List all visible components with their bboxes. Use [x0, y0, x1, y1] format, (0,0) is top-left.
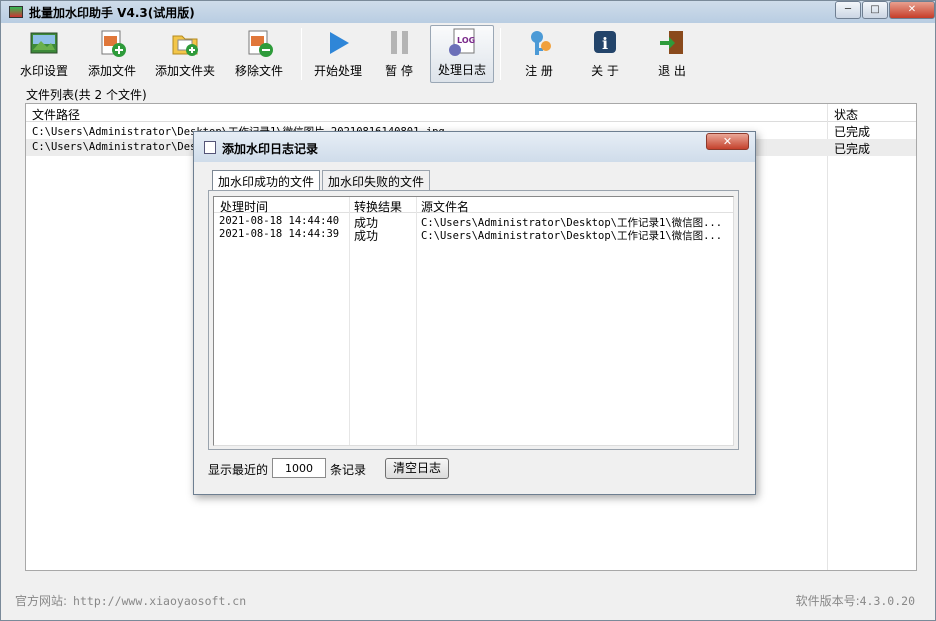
file-status: 已完成 — [834, 125, 871, 139]
toolbar-separator — [500, 28, 501, 80]
add-folder-icon — [170, 28, 200, 58]
column-header-result[interactable]: 转换结果 — [354, 198, 402, 215]
log-table[interactable]: 处理时间 转换结果 源文件名 2021-08-18 14:44:40 成功 C:… — [213, 196, 734, 446]
add-folder-button[interactable]: 添加文件夹 — [147, 25, 223, 83]
svg-text:i: i — [602, 34, 608, 53]
log-icon: LOG — [447, 27, 477, 57]
tab-panel: 处理时间 转换结果 源文件名 2021-08-18 14:44:40 成功 C:… — [208, 190, 739, 450]
play-icon — [323, 28, 353, 58]
document-icon — [204, 141, 216, 154]
column-header-path[interactable]: 文件路径 — [32, 106, 80, 123]
add-file-button[interactable]: 添加文件 — [77, 25, 147, 83]
version-number: 4.3.0.20 — [859, 594, 915, 608]
record-count-input[interactable] — [272, 458, 326, 478]
log-button[interactable]: LOG 处理日志 — [430, 25, 494, 83]
toolbar: 水印设置 添加文件 添加文件夹 移除文件 开始处理 暂 停 LOG 处理日志 注… — [11, 25, 705, 85]
log-time: 2021-08-18 14:44:40 — [219, 215, 340, 227]
register-button[interactable]: 注 册 — [507, 25, 571, 83]
info-icon: i — [590, 28, 620, 58]
dialog-body: 加水印成功的文件 加水印失败的文件 处理时间 转换结果 源文件名 2021-08… — [200, 162, 749, 488]
dialog-title-bar[interactable]: 添加水印日志记录 ✕ — [194, 132, 755, 162]
log-dialog: 添加水印日志记录 ✕ 加水印成功的文件 加水印失败的文件 处理时间 转换结果 源… — [193, 131, 756, 495]
minimize-button[interactable]: ─ — [835, 1, 861, 19]
remove-file-button[interactable]: 移除文件 — [223, 25, 295, 83]
log-time: 2021-08-18 14:44:39 — [219, 228, 340, 240]
version-label: 软件版本号: — [795, 594, 860, 608]
toolbar-label: 暂 停 — [385, 64, 413, 78]
toolbar-label: 添加文件夹 — [154, 64, 215, 78]
toolbar-separator — [301, 28, 302, 80]
pause-button[interactable]: 暂 停 — [368, 25, 430, 83]
maximize-button[interactable]: □ — [862, 1, 888, 19]
dialog-close-button[interactable]: ✕ — [706, 133, 749, 150]
toolbar-label: 移除文件 — [234, 64, 283, 78]
version-info: 软件版本号:4.3.0.20 — [796, 592, 915, 609]
file-list-caption: 文件列表(共 2 个文件) — [26, 88, 147, 102]
show-recent-label: 显示最近的 — [208, 463, 269, 477]
exit-icon — [657, 28, 687, 58]
table-row[interactable]: 2021-08-18 14:44:39 成功 C:\Users\Administ… — [214, 228, 733, 243]
toolbar-label: 注 册 — [525, 64, 553, 78]
remove-file-icon — [244, 28, 274, 58]
start-button[interactable]: 开始处理 — [308, 25, 368, 83]
toolbar-label: 关 于 — [591, 64, 619, 78]
dialog-title: 添加水印日志记录 — [222, 142, 319, 156]
website-label: 官方网站: — [15, 594, 68, 608]
dialog-footer: 显示最近的 条记录 清空日志 — [208, 457, 738, 481]
window-controls: ─ □ ✕ — [834, 1, 935, 19]
toolbar-label: 退 出 — [658, 64, 686, 78]
exit-button[interactable]: 退 出 — [639, 25, 705, 83]
about-button[interactable]: i 关 于 — [571, 25, 639, 83]
column-header-time[interactable]: 处理时间 — [220, 198, 268, 215]
key-icon — [524, 28, 554, 58]
title-bar[interactable]: 批量加水印助手 V4.3(试用版) ─ □ ✕ — [1, 1, 935, 23]
pause-icon — [384, 28, 414, 58]
file-status: 已完成 — [834, 142, 871, 156]
log-result: 成功 — [354, 229, 379, 243]
tab-strip: 加水印成功的文件 加水印失败的文件 — [212, 170, 432, 191]
records-label: 条记录 — [330, 463, 367, 477]
toolbar-label: 处理日志 — [437, 63, 486, 77]
file-path: C:\Users\Administrator\Desk — [32, 141, 203, 153]
log-source: C:\Users\Administrator\Desktop\工作记录1\微信图… — [421, 230, 723, 242]
website-info: 官方网站: http://www.xiaoyaosoft.cn — [15, 592, 246, 609]
toolbar-label: 开始处理 — [313, 64, 362, 78]
clear-log-button[interactable]: 清空日志 — [385, 458, 449, 479]
watermark-settings-icon — [29, 28, 59, 58]
app-icon — [9, 6, 23, 18]
toolbar-label: 添加文件 — [87, 64, 136, 78]
svg-text:LOG: LOG — [457, 36, 475, 45]
close-button[interactable]: ✕ — [889, 1, 935, 19]
toolbar-label: 水印设置 — [19, 64, 68, 78]
column-header-status[interactable]: 状态 — [834, 106, 858, 123]
column-header-source[interactable]: 源文件名 — [421, 198, 469, 215]
window-title: 批量加水印助手 V4.3(试用版) — [29, 5, 195, 20]
file-list-header: 文件路径 状态 — [26, 104, 916, 122]
website-link[interactable]: http://www.xiaoyaosoft.cn — [73, 594, 246, 608]
tab-failed-files[interactable]: 加水印失败的文件 — [322, 170, 431, 190]
column-divider — [827, 104, 828, 570]
tab-success-files[interactable]: 加水印成功的文件 — [212, 170, 321, 191]
watermark-settings-button[interactable]: 水印设置 — [11, 25, 77, 83]
add-file-icon — [97, 28, 127, 58]
log-table-header: 处理时间 转换结果 源文件名 — [214, 197, 733, 215]
table-row[interactable]: 2021-08-18 14:44:40 成功 C:\Users\Administ… — [214, 215, 733, 230]
